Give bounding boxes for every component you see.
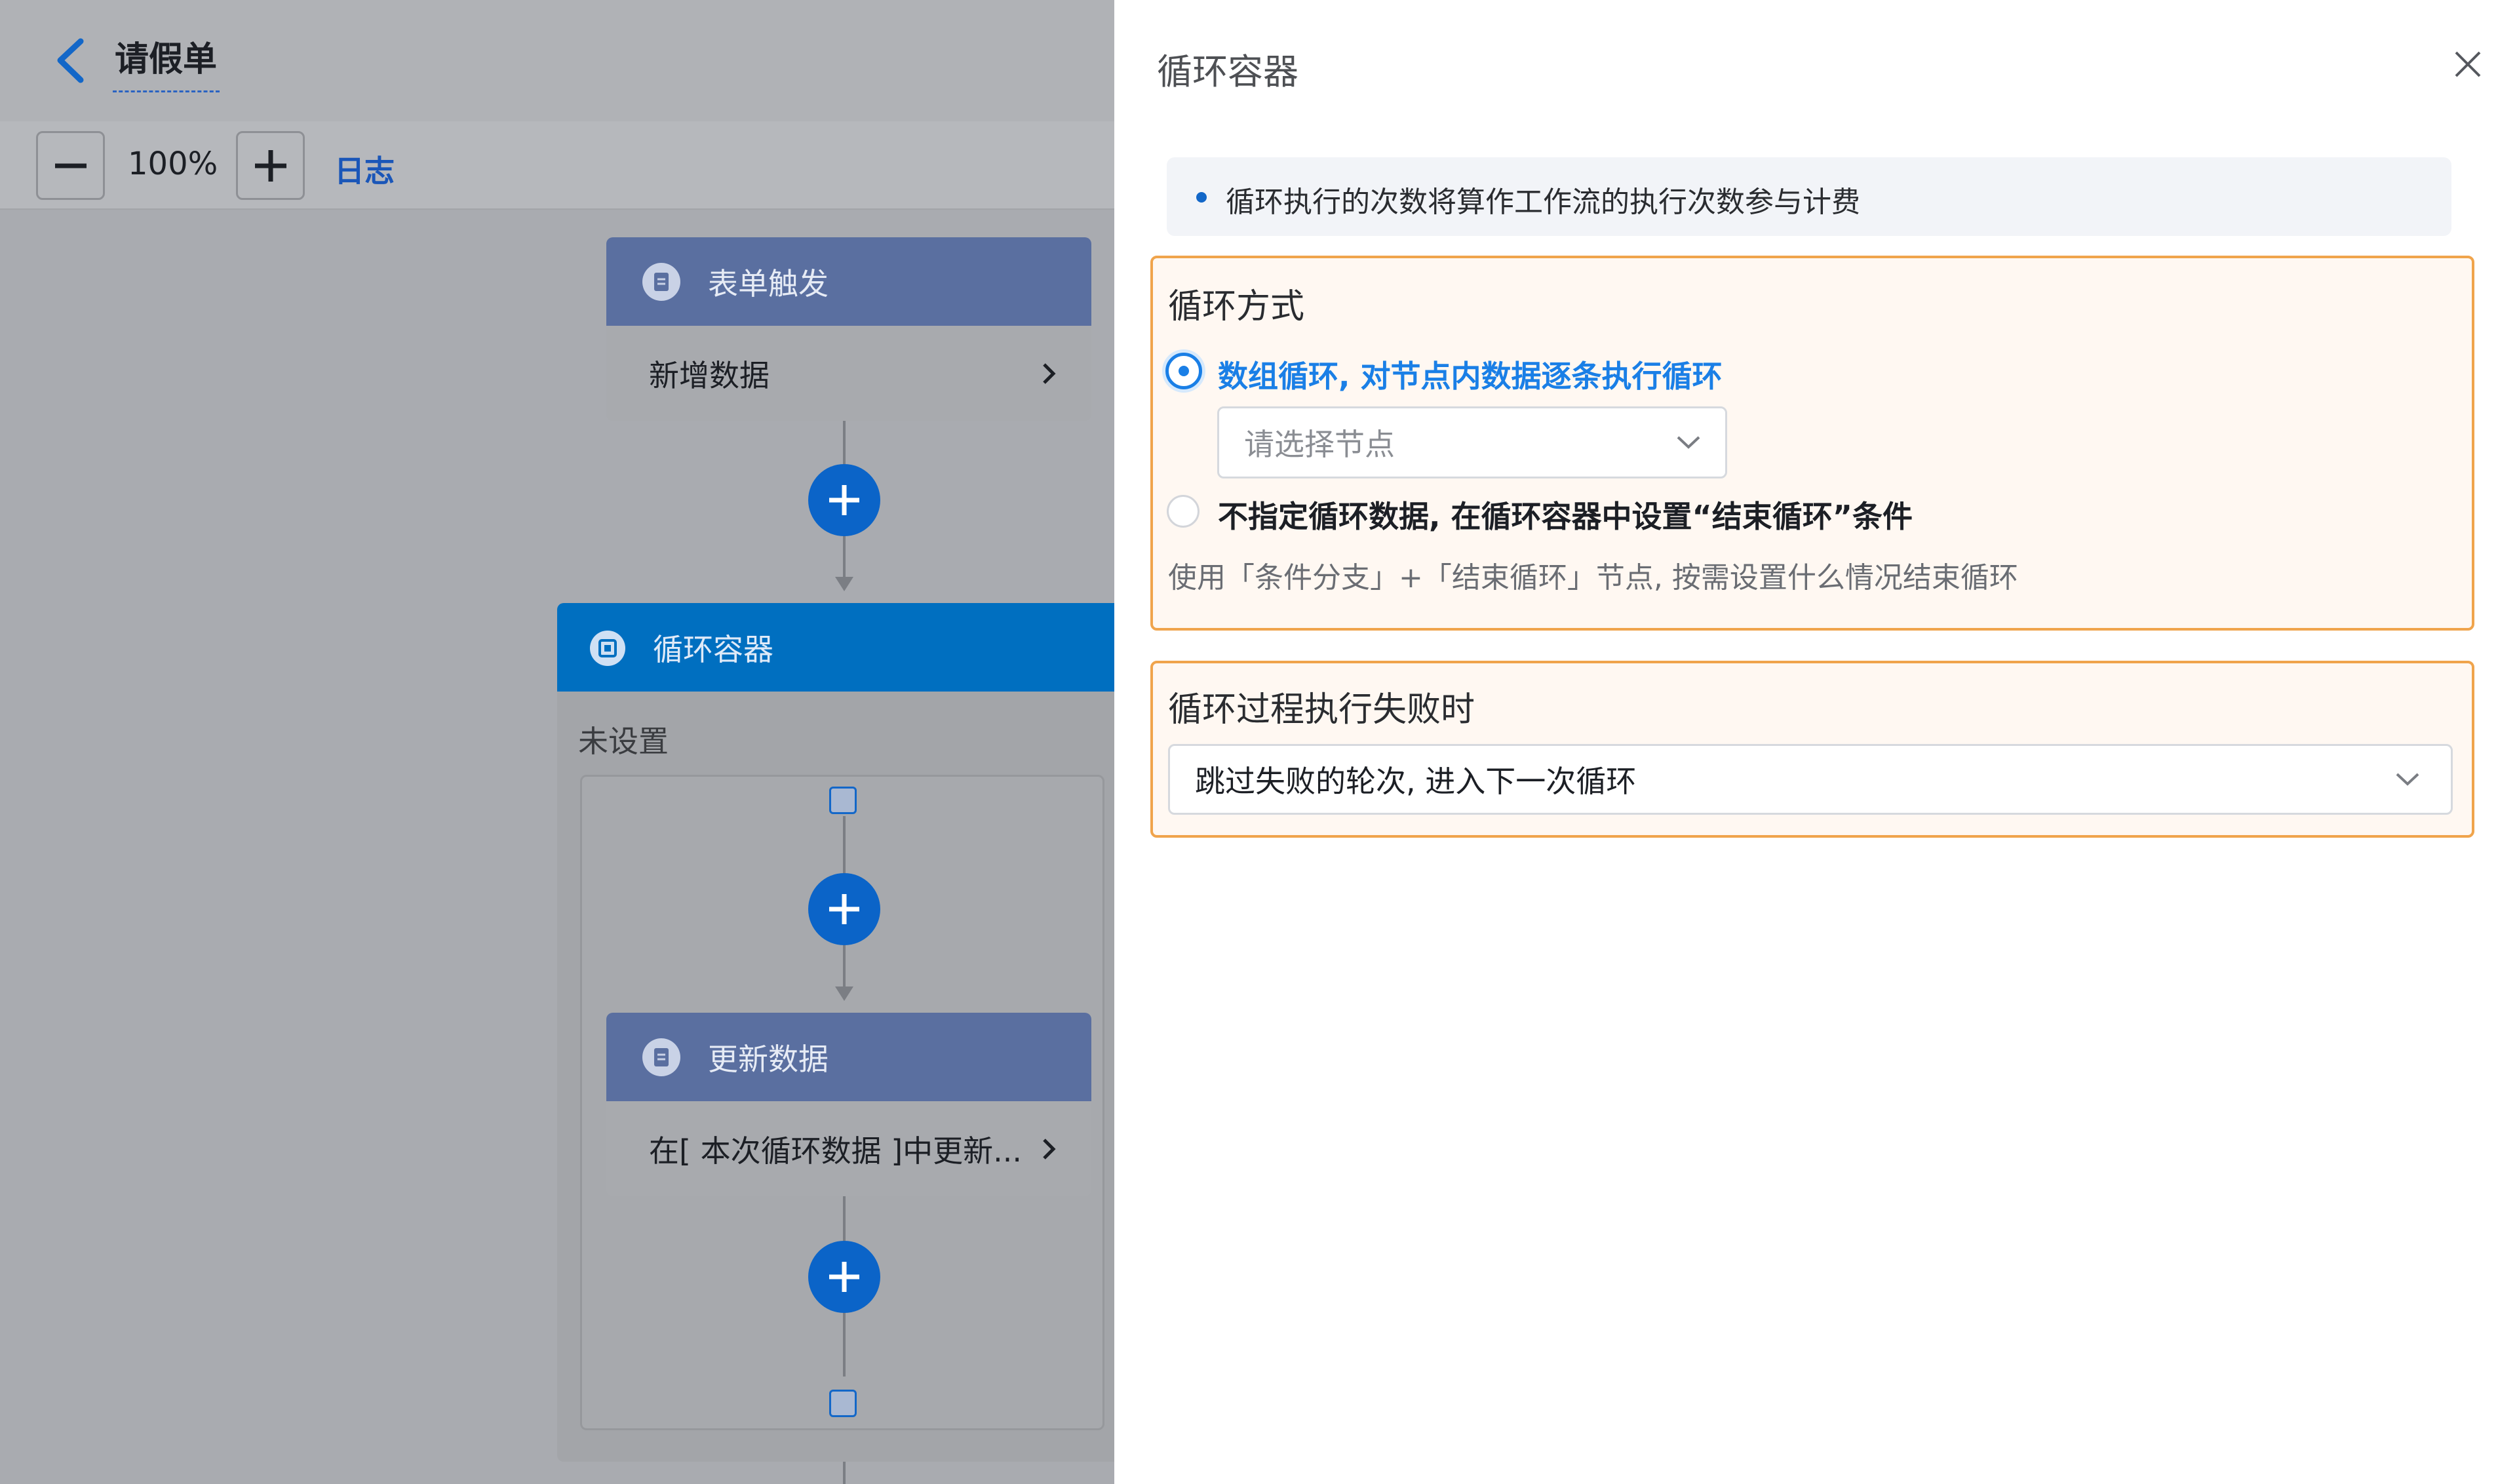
chevron-left-icon[interactable] — [51, 36, 90, 85]
loop-container-header[interactable]: 循环容器 — [557, 603, 1114, 692]
update-node-detail: 在[ 本次循环数据 ]中更新... — [649, 1133, 1023, 1169]
update-node-title: 更新数据 — [708, 1041, 829, 1077]
condition-loop-radio[interactable] — [1167, 495, 1200, 528]
loop-container-status: 未设置 — [578, 724, 669, 759]
arrow-icon — [835, 577, 853, 591]
page-title[interactable]: 请假单 — [115, 31, 217, 81]
node-select[interactable]: 请选择节点 — [1217, 406, 1727, 478]
chevron-right-icon — [1043, 1138, 1056, 1160]
array-loop-option-label[interactable]: 数组循环, 对节点内数据逐条执行循环 — [1218, 353, 1723, 396]
plus-icon — [829, 894, 859, 924]
chevron-right-icon — [1043, 362, 1056, 384]
zoom-level: 100% — [128, 146, 218, 182]
connector-line — [843, 1462, 846, 1484]
chevron-down-icon — [2396, 773, 2419, 786]
loop-mode-label: 循环方式 — [1168, 287, 1305, 326]
loop-container-title: 循环容器 — [653, 631, 773, 667]
chevron-down-icon — [1677, 436, 1700, 449]
log-link[interactable]: 日志 — [334, 147, 395, 191]
title-underline — [113, 90, 220, 92]
trigger-node[interactable]: 表单触发 新增数据 — [606, 237, 1091, 421]
form-icon — [642, 1038, 680, 1076]
node-select-placeholder: 请选择节点 — [1244, 427, 1395, 462]
bullet-icon — [1196, 192, 1207, 203]
trigger-node-body[interactable]: 新增数据 — [606, 326, 1091, 421]
plus-icon — [829, 485, 859, 515]
zoom-out-button[interactable] — [36, 131, 105, 200]
plus-icon — [255, 150, 286, 182]
trigger-node-title: 表单触发 — [708, 265, 829, 302]
failure-strategy-select[interactable]: 跳过失败的轮次, 进入下一次循环 — [1168, 744, 2453, 815]
trigger-node-header: 表单触发 — [606, 237, 1091, 326]
zoom-in-button[interactable] — [236, 131, 305, 200]
condition-loop-hint: 使用「条件分支」+「结束循环」节点, 按需设置什么情况结束循环 — [1168, 561, 2018, 595]
form-icon — [642, 262, 680, 301]
update-node-header: 更新数据 — [606, 1013, 1091, 1101]
failure-label: 循环过程执行失败时 — [1168, 690, 1475, 730]
condition-loop-option-label[interactable]: 不指定循环数据, 在循环容器中设置“结束循环”条件 — [1218, 493, 1913, 536]
loop-end-icon — [829, 1390, 857, 1417]
minus-icon — [55, 163, 87, 168]
add-node-button[interactable] — [808, 873, 880, 945]
add-node-button[interactable] — [808, 1241, 880, 1313]
loop-container-icon — [590, 631, 625, 666]
workflow-canvas[interactable]: 请假单 100% 日志 表单触发 新增数据 循环容器 未设置 更新数据 在[本… — [0, 0, 1114, 1484]
close-icon[interactable] — [2448, 45, 2488, 84]
update-node-body[interactable]: 在[ 本次循环数据 ]中更新... — [606, 1101, 1091, 1196]
failure-strategy-value: 跳过失败的轮次, 进入下一次循环 — [1195, 764, 1637, 799]
add-node-button[interactable] — [808, 464, 880, 536]
update-node[interactable]: 更新数据 在[ 本次循环数据 ]中更新... — [606, 1013, 1091, 1196]
plus-icon — [829, 1262, 859, 1292]
loop-start-icon — [829, 787, 857, 814]
array-loop-radio[interactable] — [1165, 353, 1202, 389]
trigger-node-detail: 新增数据 — [649, 357, 770, 393]
arrow-icon — [835, 986, 853, 1001]
panel-title: 循环容器 — [1157, 51, 1298, 92]
billing-notice-text: 循环执行的次数将算作工作流的执行次数参与计费 — [1226, 186, 1860, 219]
